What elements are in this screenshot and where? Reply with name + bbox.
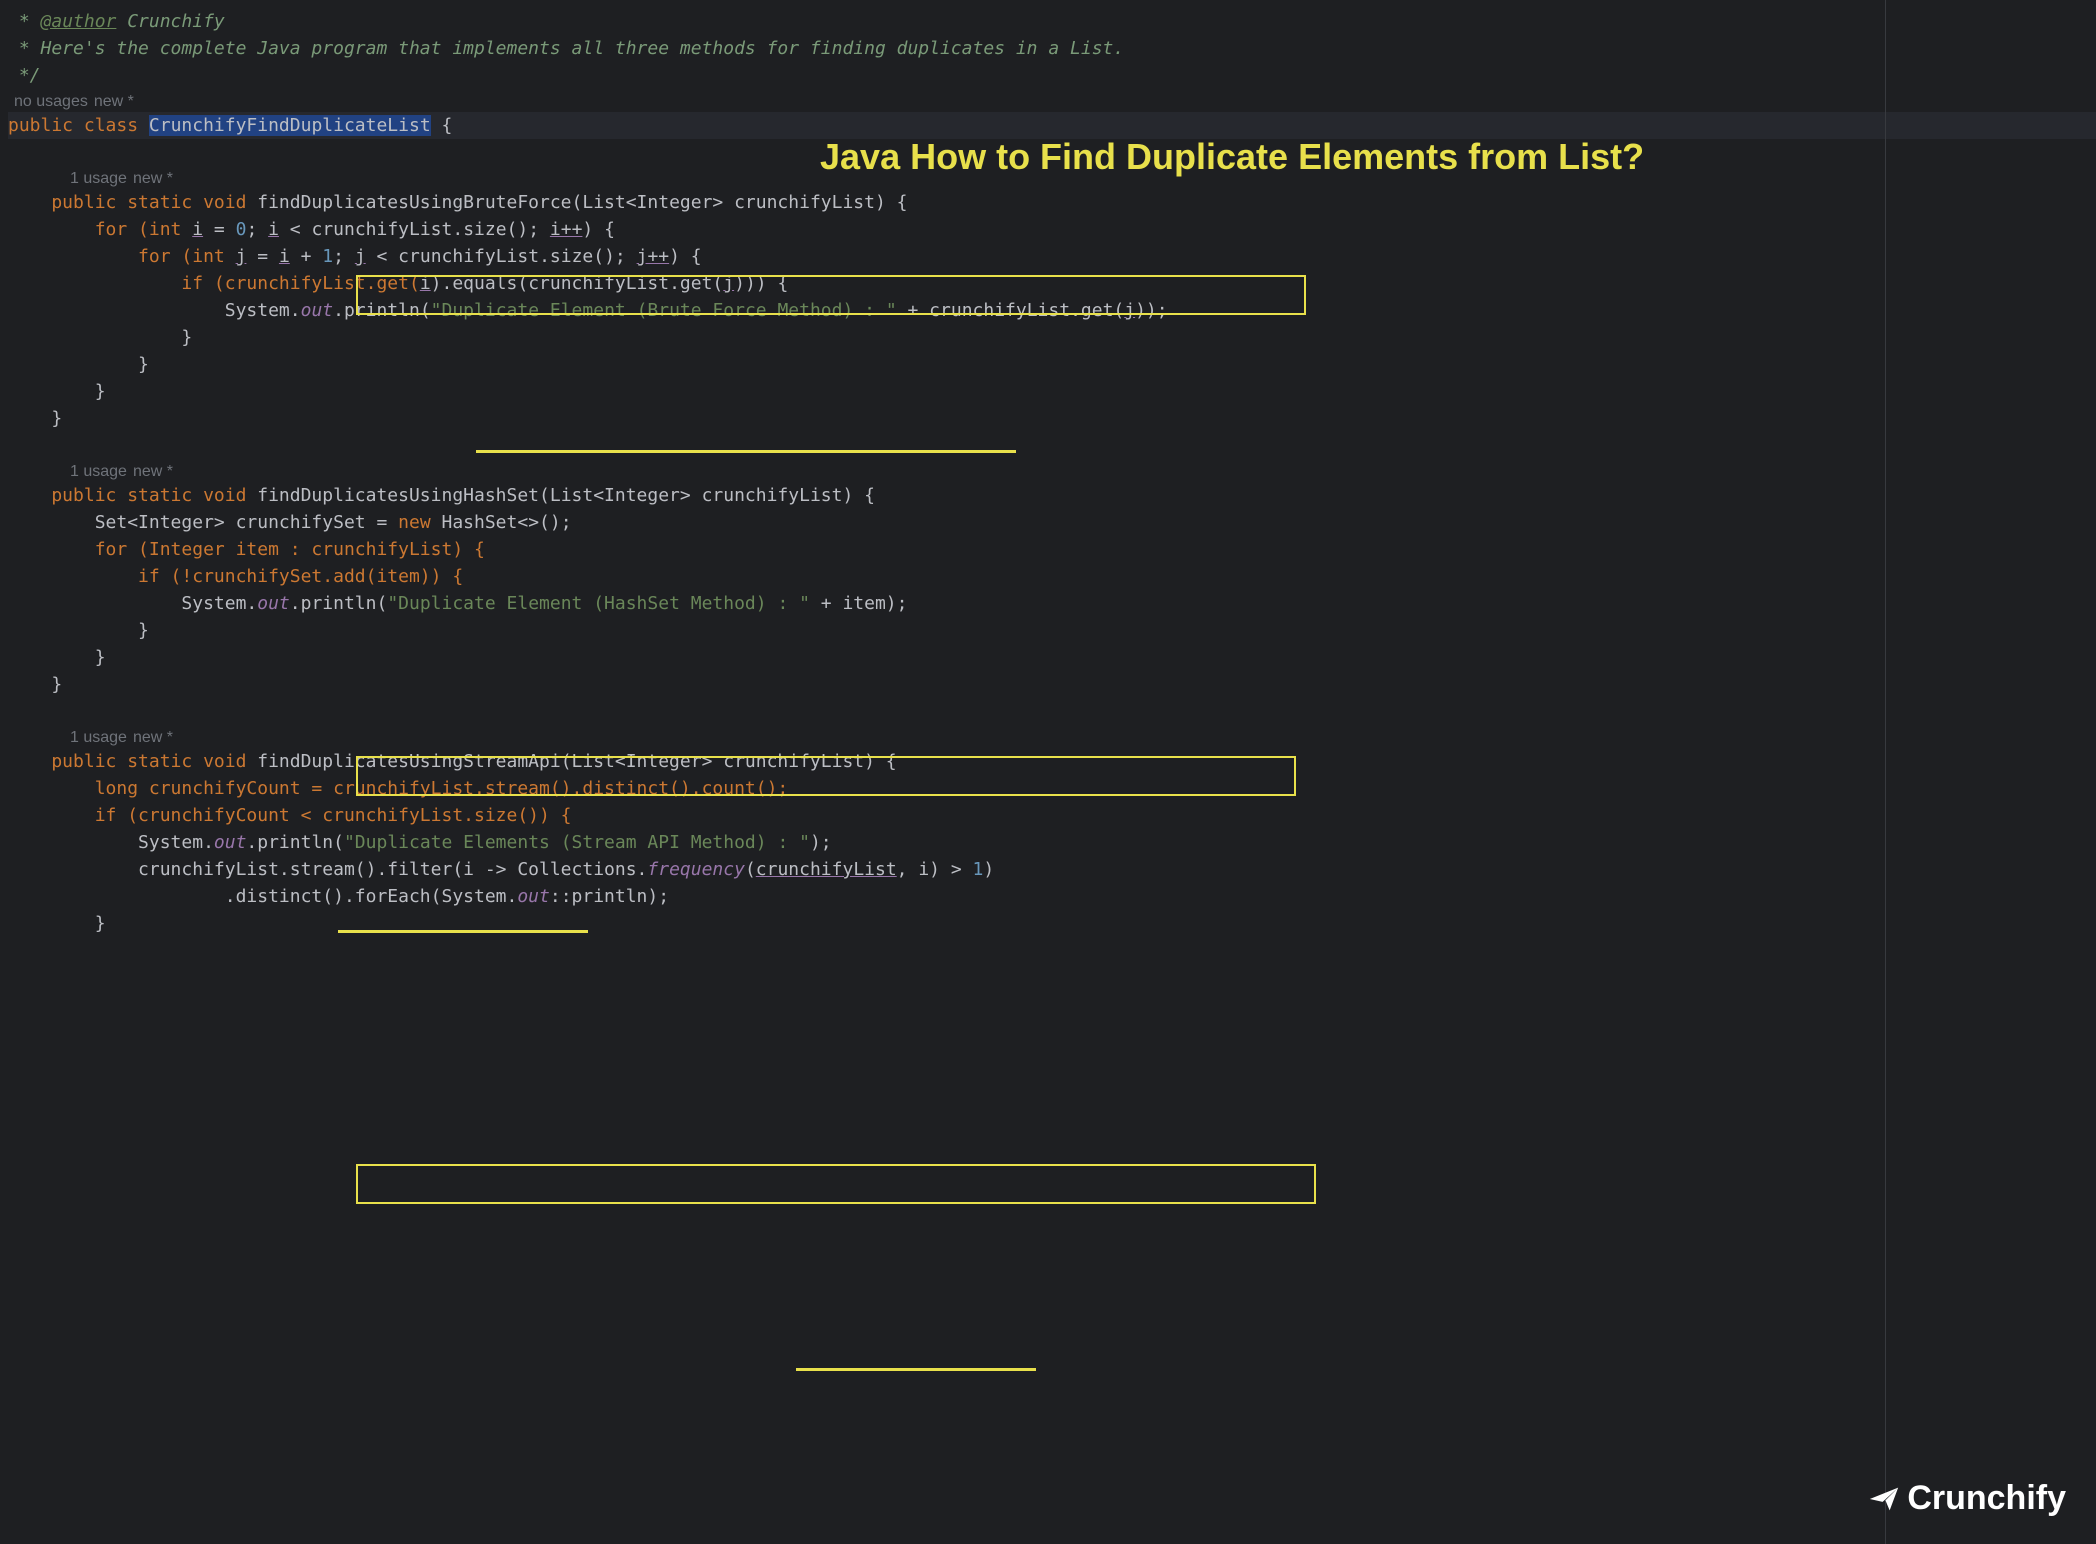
method-signature-3: public static void findDuplicatesUsingSt… [8, 748, 2096, 775]
code-line: .distinct().forEach(System.out::println)… [8, 883, 2096, 910]
code-line: } [8, 351, 2096, 378]
code-line: } [8, 644, 2096, 671]
code-line: } [8, 617, 2096, 644]
code-line: if (crunchifyCount < crunchifyList.size(… [8, 802, 2096, 829]
comment-line: */ [8, 62, 2096, 89]
comment-line: * Here's the complete Java program that … [8, 35, 2096, 62]
right-margin-guide [1885, 0, 1886, 1544]
code-line: System.out.println("Duplicate Element (H… [8, 590, 2096, 617]
code-line: for (int j = i + 1; j < crunchifyList.si… [8, 243, 2096, 270]
code-line: } [8, 405, 2096, 432]
paper-plane-icon [1867, 1482, 1901, 1516]
code-line: for (Integer item : crunchifyList) { [8, 536, 2096, 563]
code-line: if (crunchifyList.get(i).equals(crunchif… [8, 270, 2096, 297]
logo-text: Crunchify [1907, 1473, 2066, 1524]
code-line: } [8, 910, 2096, 937]
highlight-underline-2 [338, 930, 588, 933]
method-signature-2: public static void findDuplicatesUsingHa… [8, 482, 2096, 509]
usage-hint: 1 usagenew * [8, 459, 2096, 482]
code-line: long crunchifyCount = crunchifyList.stre… [8, 775, 2096, 802]
blank-line [8, 698, 2096, 725]
usage-hint: no usagesnew * [8, 89, 2096, 112]
code-line: } [8, 671, 2096, 698]
usage-hint: 1 usagenew * [8, 725, 2096, 748]
crunchify-logo: Crunchify [1867, 1473, 2066, 1524]
code-line: for (int i = 0; i < crunchifyList.size()… [8, 216, 2096, 243]
highlight-underline-1 [476, 450, 1016, 453]
comment-line: * @author Crunchify [8, 8, 2096, 35]
highlight-box-3 [356, 1164, 1316, 1204]
code-line: } [8, 378, 2096, 405]
highlight-underline-3 [796, 1368, 1036, 1371]
code-line: System.out.println("Duplicate Element (B… [8, 297, 2096, 324]
method-signature-1: public static void findDuplicatesUsingBr… [8, 189, 2096, 216]
blank-line [8, 432, 2096, 459]
code-line: System.out.println("Duplicate Elements (… [8, 829, 2096, 856]
page-title: Java How to Find Duplicate Elements from… [820, 130, 1644, 184]
code-line: Set<Integer> crunchifySet = new HashSet<… [8, 509, 2096, 536]
code-line: } [8, 324, 2096, 351]
code-line: if (!crunchifySet.add(item)) { [8, 563, 2096, 590]
code-line: crunchifyList.stream().filter(i -> Colle… [8, 856, 2096, 883]
